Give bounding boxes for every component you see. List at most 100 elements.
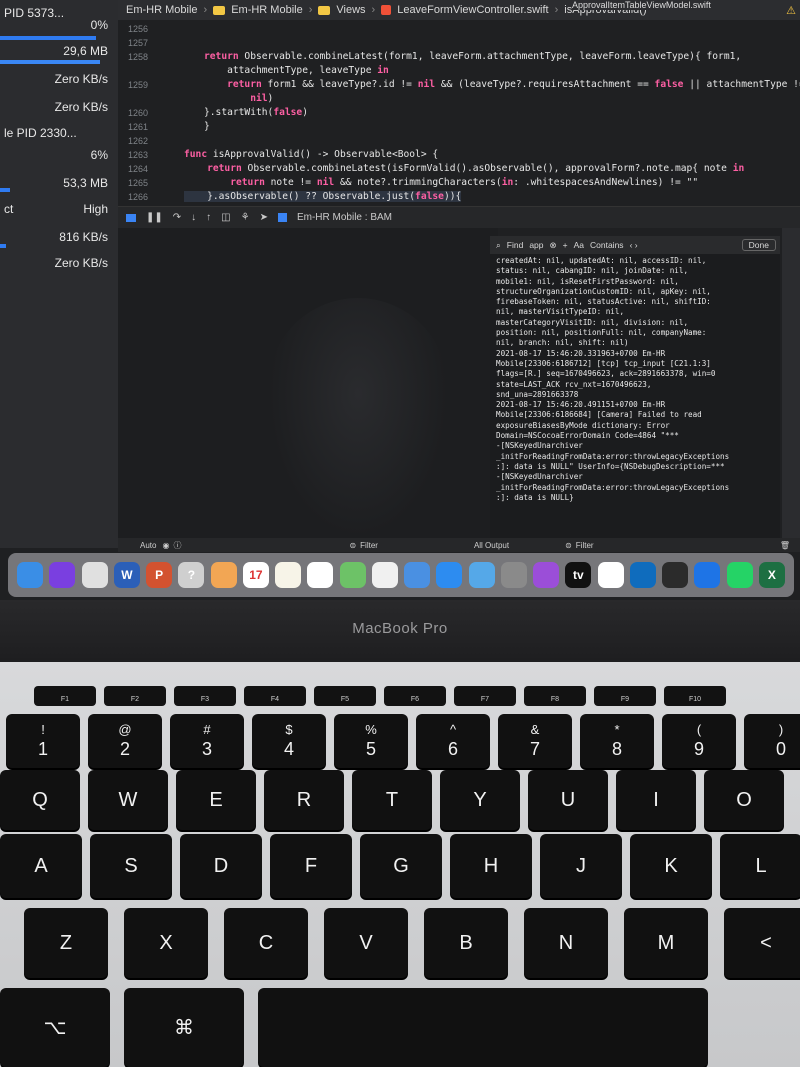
letter-key[interactable]: W: [88, 770, 168, 830]
code-line[interactable]: }.startWith(false): [204, 107, 308, 118]
system-preferences-icon[interactable]: [500, 562, 527, 588]
finder-icon[interactable]: [17, 562, 44, 588]
letter-key[interactable]: E: [176, 770, 256, 830]
add-icon[interactable]: +: [563, 240, 568, 250]
spacebar[interactable]: [258, 988, 708, 1067]
code-line[interactable]: func isApprovalValid() -> Observable<Boo…: [184, 149, 438, 160]
editor-tab[interactable]: ApprovalItemTableViewModel.swift: [572, 0, 711, 10]
letter-key[interactable]: M: [624, 908, 708, 978]
code-line[interactable]: }.asObservable() ?? Observable.just(fals…: [184, 191, 462, 202]
function-key[interactable]: F8: [524, 686, 586, 706]
step-into-icon[interactable]: ↓: [191, 212, 196, 223]
output-select[interactable]: All Output: [474, 541, 509, 550]
number-key[interactable]: (9: [662, 714, 736, 768]
letter-key[interactable]: <: [724, 908, 800, 978]
function-key[interactable]: F5: [314, 686, 376, 706]
letter-key[interactable]: D: [180, 834, 262, 898]
number-key[interactable]: & 7: [498, 714, 572, 768]
number-key[interactable]: @2: [88, 714, 162, 768]
done-button[interactable]: Done: [741, 238, 776, 252]
letter-key[interactable]: J: [540, 834, 622, 898]
excel-icon[interactable]: X: [758, 562, 785, 588]
console-filter[interactable]: Filter: [576, 541, 594, 550]
letter-key[interactable]: B: [424, 908, 508, 978]
letter-key[interactable]: U: [528, 770, 608, 830]
debug-console[interactable]: ⌕ Find app ⊗ + Aa Contains ‹ › Done crea…: [490, 236, 780, 538]
debug-target[interactable]: Em-HR Mobile : BAM: [297, 212, 392, 223]
match-mode-select[interactable]: Contains: [590, 240, 624, 250]
letter-key[interactable]: C: [224, 908, 308, 978]
number-key[interactable]: % 5: [334, 714, 408, 768]
word-icon[interactable]: W: [113, 562, 140, 588]
number-key[interactable]: ! 1: [6, 714, 80, 768]
location-icon[interactable]: ➤: [260, 212, 268, 223]
letter-key[interactable]: H: [450, 834, 532, 898]
letter-key[interactable]: R: [264, 770, 344, 830]
contacts-icon[interactable]: [210, 562, 237, 588]
number-key[interactable]: * 8: [580, 714, 654, 768]
breadcrumb-folder[interactable]: Views: [336, 4, 365, 16]
function-key[interactable]: F2: [104, 686, 166, 706]
function-key[interactable]: F4: [244, 686, 306, 706]
view-debugger-icon[interactable]: ◫: [221, 212, 230, 223]
code-editor[interactable]: 1256 1257 1258 1259 1260 1261 1262 1263 1264 1265…: [118, 20, 800, 206]
letter-key[interactable]: N: [524, 908, 608, 978]
powerpoint-icon[interactable]: P: [146, 562, 173, 588]
letter-key[interactable]: S: [90, 834, 172, 898]
number-key[interactable]: $4: [252, 714, 326, 768]
step-over-icon[interactable]: ↷: [173, 212, 181, 223]
whatsapp-icon[interactable]: [726, 562, 753, 588]
breadcrumb-project[interactable]: Em-HR Mobile: [231, 4, 303, 16]
xcode-instruments-icon[interactable]: [662, 562, 689, 588]
trash-icon[interactable]: 🗑: [780, 541, 790, 550]
code-line[interactable]: return Observable.combineLatest(isFormVa…: [184, 163, 744, 174]
letter-key[interactable]: G: [360, 834, 442, 898]
step-out-icon[interactable]: ↑: [206, 212, 211, 223]
info-icon[interactable]: ⓘ: [173, 540, 181, 551]
reminders-icon[interactable]: [307, 562, 334, 588]
letter-key[interactable]: A: [0, 834, 82, 898]
letter-key[interactable]: V: [324, 908, 408, 978]
find-label[interactable]: Find: [507, 240, 524, 250]
function-key[interactable]: F3: [174, 686, 236, 706]
help-icon[interactable]: ?: [178, 562, 205, 588]
number-key[interactable]: ^ 6: [416, 714, 490, 768]
letter-key[interactable]: K: [630, 834, 712, 898]
photos-icon[interactable]: [371, 562, 398, 588]
code-line[interactable]: nil): [204, 93, 273, 104]
app-store-icon[interactable]: [436, 562, 463, 588]
memory-graph-icon[interactable]: ⚘: [241, 212, 250, 223]
podcasts-icon[interactable]: [533, 562, 560, 588]
xcode-icon[interactable]: [694, 562, 721, 588]
letter-key[interactable]: T: [352, 770, 432, 830]
command-key[interactable]: ⌘: [124, 988, 244, 1067]
option-key[interactable]: ⌥: [0, 988, 110, 1067]
siri-icon[interactable]: [49, 562, 76, 588]
function-key[interactable]: F6: [384, 686, 446, 706]
code-line[interactable]: attachmentType, leaveType in: [204, 65, 389, 76]
letter-key[interactable]: I: [616, 770, 696, 830]
function-key[interactable]: F1: [34, 686, 96, 706]
mail-icon[interactable]: [404, 562, 431, 588]
match-case-toggle[interactable]: Aa: [574, 240, 584, 250]
notes-icon[interactable]: [275, 562, 302, 588]
folder-icon[interactable]: [468, 562, 495, 588]
function-key[interactable]: F7: [454, 686, 516, 706]
breakpoints-toggle-icon[interactable]: [126, 213, 136, 222]
number-key[interactable]: ) 0: [744, 714, 800, 768]
letter-key[interactable]: Z: [24, 908, 108, 978]
letter-key[interactable]: F: [270, 834, 352, 898]
letter-key[interactable]: Y: [440, 770, 520, 830]
scope-select[interactable]: Auto: [140, 541, 156, 550]
maps-icon[interactable]: [339, 562, 366, 588]
apple-tv-icon[interactable]: tv: [565, 562, 592, 588]
code-area[interactable]: return Observable.combineLatest(form1, l…: [164, 20, 800, 206]
letter-key[interactable]: X: [124, 908, 208, 978]
eye-icon[interactable]: ◉: [162, 541, 169, 550]
code-line[interactable]: }: [204, 121, 210, 132]
function-key[interactable]: F9: [594, 686, 656, 706]
prev-next-icon[interactable]: ‹ ›: [630, 240, 638, 250]
launchpad-icon[interactable]: [81, 562, 108, 588]
outlook-icon[interactable]: [629, 562, 656, 588]
find-query[interactable]: app: [529, 240, 543, 250]
